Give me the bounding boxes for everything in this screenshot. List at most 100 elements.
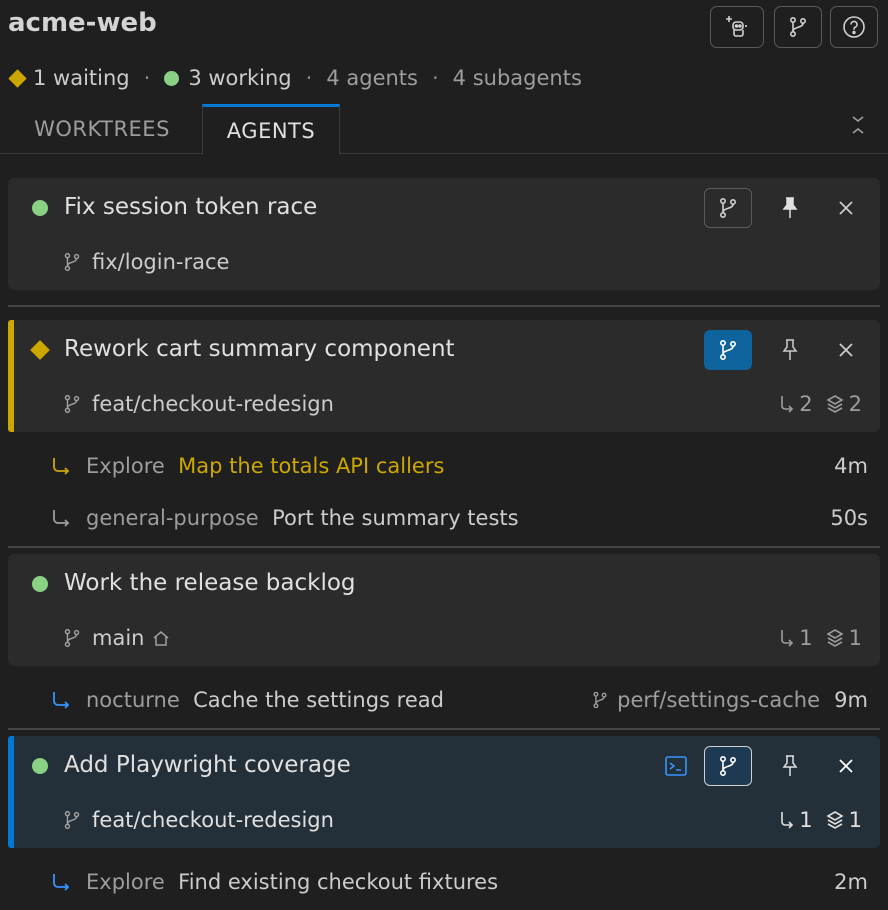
branch-name: feat/checkout-redesign xyxy=(92,392,334,416)
git-branch-icon xyxy=(591,690,609,710)
close-button[interactable] xyxy=(822,188,870,228)
pin-button[interactable] xyxy=(766,330,814,370)
waiting-indicator xyxy=(8,68,27,88)
git-branch-icon xyxy=(62,393,82,415)
agent-title: Work the release backlog xyxy=(64,570,356,596)
tab-bar: WORKTREES AGENTS xyxy=(0,104,888,155)
branch-name: perf/settings-cache xyxy=(617,688,820,712)
collapse-all-button[interactable] xyxy=(850,114,866,140)
agent-title: Add Playwright coverage xyxy=(64,752,351,778)
subagent-row-content: nocturne Cache the settings read xyxy=(86,688,444,712)
tab-worktrees[interactable]: WORKTREES xyxy=(0,104,204,154)
new-agent-icon xyxy=(724,14,750,40)
waiting-count: 1 waiting xyxy=(33,66,130,90)
status-separator: · xyxy=(431,66,439,90)
subagent-hook-icon xyxy=(50,689,72,711)
divider xyxy=(8,546,880,548)
agent-counts: 1 1 xyxy=(779,626,862,650)
agent-title: Rework cart summary component xyxy=(64,336,455,362)
git-branch-icon xyxy=(62,251,82,273)
divider xyxy=(8,305,880,307)
subagent-count: 1 xyxy=(799,808,813,832)
subagent-row-content: Explore Map the totals API callers xyxy=(86,454,444,478)
agent-branch: fix/login-race xyxy=(62,250,229,274)
subagent-count: 2 xyxy=(799,392,813,416)
subagent-row[interactable]: Explore Find existing checkout fixtures … xyxy=(0,857,888,907)
git-branch-icon xyxy=(787,16,809,38)
pin-button[interactable] xyxy=(766,746,814,786)
subagent-hook-icon xyxy=(50,507,72,529)
subagent-type: Explore xyxy=(86,454,165,478)
subagent-task: Find existing checkout fixtures xyxy=(178,870,499,894)
agent-card[interactable]: Fix session token race fix/login-race xyxy=(8,178,880,290)
close-button[interactable] xyxy=(822,330,870,370)
subagent-task: Cache the settings read xyxy=(193,688,444,712)
subagent-hook-icon xyxy=(779,810,795,830)
waiting-status-diamond xyxy=(30,340,50,360)
agent-title: Fix session token race xyxy=(64,194,318,220)
subagent-row-content: Explore Find existing checkout fixtures xyxy=(86,870,498,894)
help-button[interactable] xyxy=(830,6,878,48)
subagent-time: 50s xyxy=(830,506,868,530)
agent-branch: main xyxy=(62,626,170,650)
subagent-type: general-purpose xyxy=(86,506,259,530)
git-branch-icon xyxy=(717,197,739,219)
subagent-time: 9m xyxy=(834,688,868,712)
tab-agents[interactable]: AGENTS xyxy=(202,104,340,155)
help-icon xyxy=(842,15,866,39)
status-separator: · xyxy=(305,66,313,90)
subagent-task: Port the summary tests xyxy=(272,506,519,530)
selected-accent-bar xyxy=(8,736,14,848)
agent-branch: feat/checkout-redesign xyxy=(62,392,334,416)
layers-icon xyxy=(825,810,845,830)
agent-card[interactable]: Work the release backlog main 1 1 xyxy=(8,554,880,666)
branch-name: feat/checkout-redesign xyxy=(92,808,334,832)
agent-card-selected[interactable]: Add Playwright coverage feat/checkout-re… xyxy=(8,736,880,848)
working-status-dot xyxy=(32,200,48,216)
subagent-row[interactable]: Explore Map the totals API callers 4m xyxy=(0,441,888,491)
subagents-count: 4 subagents xyxy=(452,66,582,90)
subagent-hook-icon xyxy=(50,871,72,893)
agent-card[interactable]: Rework cart summary component feat/check… xyxy=(8,320,880,432)
subagent-row[interactable]: general-purpose Port the summary tests 5… xyxy=(0,493,888,543)
working-status-dot xyxy=(32,576,48,592)
branch-button[interactable] xyxy=(774,6,822,48)
agent-status-summary: 1 waiting · 3 working · 4 agents · 4 sub… xyxy=(8,62,582,94)
new-agent-button[interactable] xyxy=(710,6,764,48)
home-icon xyxy=(152,629,170,647)
open-branch-button[interactable] xyxy=(704,188,752,228)
open-branch-button[interactable] xyxy=(704,330,752,370)
pin-icon xyxy=(780,196,800,220)
subagent-type: Explore xyxy=(86,870,165,894)
agent-counts: 2 2 xyxy=(779,392,862,416)
agent-branch: feat/checkout-redesign xyxy=(62,808,334,832)
subagent-branch: perf/settings-cache xyxy=(591,688,820,712)
working-indicator xyxy=(164,70,180,86)
workspace-title: acme-web xyxy=(8,8,157,38)
working-count: 3 working xyxy=(188,66,292,90)
open-terminal-button[interactable] xyxy=(652,746,700,786)
branch-name: fix/login-race xyxy=(92,250,230,274)
close-icon xyxy=(837,341,855,359)
stack-count: 1 xyxy=(848,626,862,650)
stack-count: 1 xyxy=(848,808,862,832)
close-button[interactable] xyxy=(822,746,870,786)
subagent-time: 4m xyxy=(834,454,868,478)
subagent-type: nocturne xyxy=(86,688,180,712)
layers-icon xyxy=(825,394,845,414)
pin-icon xyxy=(780,754,800,778)
agents-count: 4 agents xyxy=(326,66,418,90)
open-branch-button[interactable] xyxy=(704,746,752,786)
terminal-icon xyxy=(664,755,688,777)
working-status-dot xyxy=(32,758,48,774)
subagent-row[interactable]: nocturne Cache the settings read perf/se… xyxy=(0,675,888,725)
subagent-row-content: general-purpose Port the summary tests xyxy=(86,506,519,530)
branch-name: main xyxy=(92,626,145,650)
agent-counts: 1 1 xyxy=(779,808,862,832)
subagent-hook-icon xyxy=(779,394,795,414)
subagent-time: 2m xyxy=(834,870,868,894)
layers-icon xyxy=(825,628,845,648)
subagent-count: 1 xyxy=(799,626,813,650)
git-branch-icon xyxy=(62,809,82,831)
pin-button[interactable] xyxy=(766,188,814,228)
